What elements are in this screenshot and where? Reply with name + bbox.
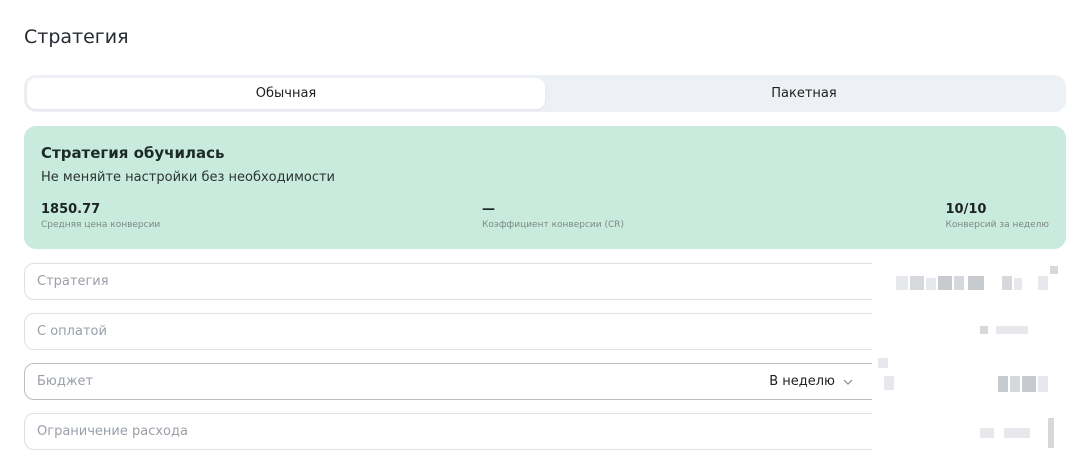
metric-conversion-rate: — Коэффициент конверсии (CR) (482, 202, 624, 230)
tab-package[interactable]: Пакетная (545, 78, 1063, 109)
strategy-page: Стратегия Обычная Пакетная Стратегия обу… (0, 0, 1080, 476)
status-metrics: 1850.77 Средняя цена конверсии — Коэффиц… (41, 202, 1049, 230)
budget-placeholder: Бюджет (37, 374, 94, 389)
chevron-down-icon (843, 379, 853, 385)
strategy-placeholder: Стратегия (37, 274, 109, 289)
payment-placeholder: С оплатой (37, 324, 107, 339)
spend-limit-placeholder: Ограничение расхода (37, 424, 188, 439)
status-title: Стратегия обучилась (41, 144, 225, 162)
status-subtitle: Не меняйте настройки без необходимости (41, 170, 335, 185)
metric-label: Средняя цена конверсии (41, 220, 161, 230)
metric-value: 10/10 (945, 202, 987, 217)
metric-label: Конверсий за неделю (945, 220, 1049, 230)
metric-value: 1850.77 (41, 202, 101, 217)
budget-period-label: В неделю (769, 374, 835, 389)
metric-label: Коэффициент конверсии (CR) (482, 220, 625, 230)
metric-value: — (482, 202, 495, 217)
strategy-type-tabs: Обычная Пакетная (24, 75, 1066, 112)
page-title: Стратегия (24, 26, 129, 48)
metric-avg-conversion-price: 1850.77 Средняя цена конверсии (41, 202, 160, 230)
metric-weekly-conversions: 10/10 Конверсий за неделю (945, 202, 1049, 230)
budget-period-select[interactable]: В неделю (769, 364, 853, 399)
tab-regular[interactable]: Обычная (27, 78, 545, 109)
blurred-region (872, 258, 1080, 476)
strategy-status-card: Стратегия обучилась Не меняйте настройки… (24, 126, 1066, 249)
